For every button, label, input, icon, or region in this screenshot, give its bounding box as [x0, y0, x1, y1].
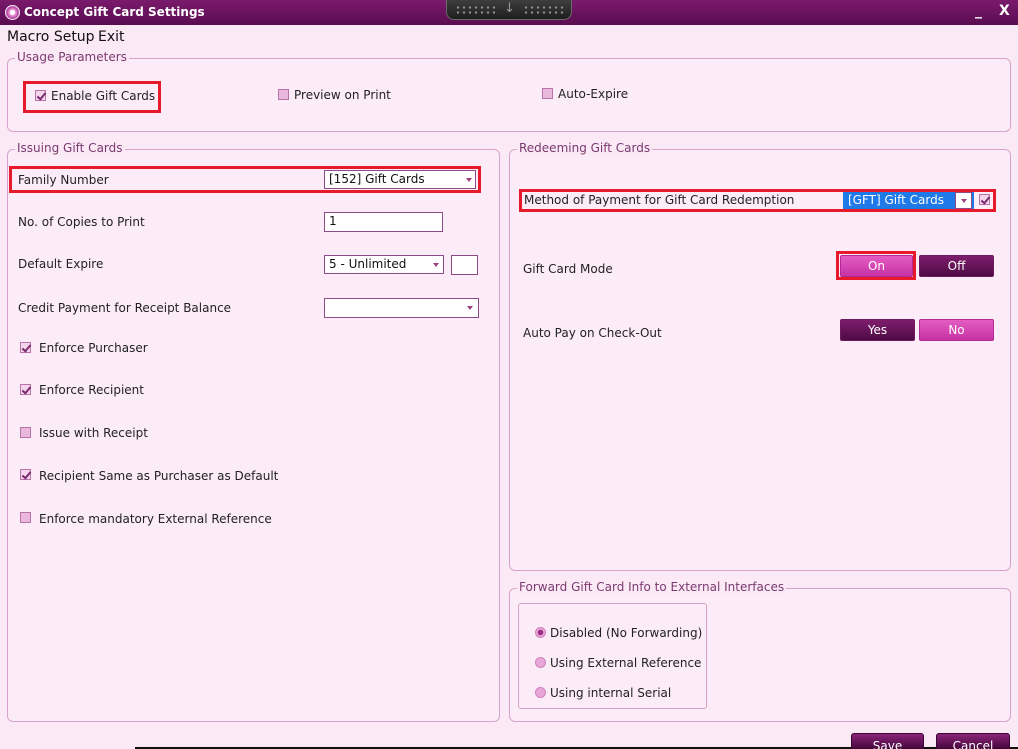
issue-with-receipt-label: Issue with Receipt	[39, 426, 148, 440]
chevron-down-icon	[466, 178, 472, 182]
chevron-down-icon	[961, 199, 967, 203]
enable-gift-cards-label: Enable Gift Cards	[51, 89, 156, 103]
default-expire-select[interactable]: 5 - Unlimited	[324, 255, 444, 274]
chevron-down-icon	[467, 306, 473, 310]
method-dropdown-button[interactable]	[955, 192, 972, 209]
default-expire-label: Default Expire	[18, 257, 104, 271]
family-number-value: [152] Gift Cards	[329, 172, 425, 186]
enforce-recipient-checkbox[interactable]	[20, 384, 31, 395]
gift-card-mode-label: Gift Card Mode	[523, 262, 613, 276]
family-number-select[interactable]: [152] Gift Cards	[324, 170, 476, 189]
default-expire-extra-input[interactable]	[451, 255, 478, 275]
auto-pay-label: Auto Pay on Check-Out	[523, 326, 662, 340]
issue-with-receipt-checkbox[interactable]	[20, 427, 31, 438]
method-of-payment-value: [GFT] Gift Cards	[848, 193, 944, 207]
forward-info-title: Forward Gift Card Info to External Inter…	[517, 580, 787, 594]
forward-option-serial-radio[interactable]	[535, 687, 546, 698]
grip-dots-icon	[523, 5, 567, 15]
copies-label: No. of Copies to Print	[18, 215, 145, 229]
save-button[interactable]: Save	[851, 733, 924, 749]
credit-payment-select[interactable]	[324, 298, 479, 318]
default-expire-value: 5 - Unlimited	[329, 257, 407, 271]
grip-dots-icon	[455, 5, 499, 15]
family-number-label: Family Number	[18, 173, 109, 187]
issuing-gift-cards-title: Issuing Gift Cards	[15, 141, 125, 155]
enforce-purchaser-label: Enforce Purchaser	[39, 341, 148, 355]
minimize-button[interactable]: _	[975, 3, 982, 19]
enforce-purchaser-checkbox[interactable]	[20, 342, 31, 353]
auto-expire-checkbox[interactable]	[542, 88, 553, 99]
menu-exit[interactable]: Exit	[98, 29, 125, 45]
enforce-external-ref-label: Enforce mandatory External Reference	[39, 512, 272, 526]
auto-pay-yes-button[interactable]: Yes	[840, 319, 915, 341]
method-enabled-checkbox[interactable]	[979, 194, 990, 205]
preview-on-print-label: Preview on Print	[294, 88, 391, 102]
chevron-down-icon	[433, 263, 439, 267]
redeeming-gift-cards-group	[509, 149, 1011, 571]
auto-pay-no-button[interactable]: No	[919, 319, 994, 341]
method-of-payment-label: Method of Payment for Gift Card Redempti…	[524, 193, 795, 207]
drag-handle[interactable]: ↓	[446, 0, 572, 20]
app-logo-icon	[5, 5, 20, 20]
mode-on-button[interactable]: On	[840, 255, 913, 277]
close-button[interactable]: X	[999, 3, 1010, 19]
cancel-button[interactable]: Cancel	[936, 733, 1010, 749]
enforce-recipient-label: Enforce Recipient	[39, 383, 144, 397]
enforce-external-ref-checkbox[interactable]	[20, 512, 31, 523]
window-title: Concept Gift Card Settings	[24, 5, 205, 19]
copies-input[interactable]: 1	[324, 212, 443, 232]
forward-option-serial-label: Using internal Serial	[550, 686, 672, 700]
preview-on-print-checkbox[interactable]	[278, 89, 289, 100]
forward-option-external-label: Using External Reference	[550, 656, 702, 670]
auto-expire-label: Auto-Expire	[558, 87, 629, 101]
credit-payment-label: Credit Payment for Receipt Balance	[18, 301, 232, 315]
recipient-same-label: Recipient Same as Purchaser as Default	[39, 469, 279, 483]
forward-option-disabled-radio[interactable]	[535, 627, 546, 638]
usage-parameters-title: Usage Parameters	[15, 50, 129, 64]
enable-gift-cards-checkbox[interactable]	[35, 90, 46, 101]
down-arrow-icon: ↓	[504, 1, 515, 16]
recipient-same-checkbox[interactable]	[20, 469, 31, 480]
title-bar: Concept Gift Card Settings ↓ _ X	[0, 0, 1018, 25]
forward-option-external-radio[interactable]	[535, 657, 546, 668]
menu-macro-setup[interactable]: Macro Setup	[7, 29, 95, 45]
forward-option-disabled-label: Disabled (No Forwarding)	[550, 626, 703, 640]
mode-off-button[interactable]: Off	[919, 255, 994, 277]
redeeming-gift-cards-title: Redeeming Gift Cards	[517, 141, 653, 155]
